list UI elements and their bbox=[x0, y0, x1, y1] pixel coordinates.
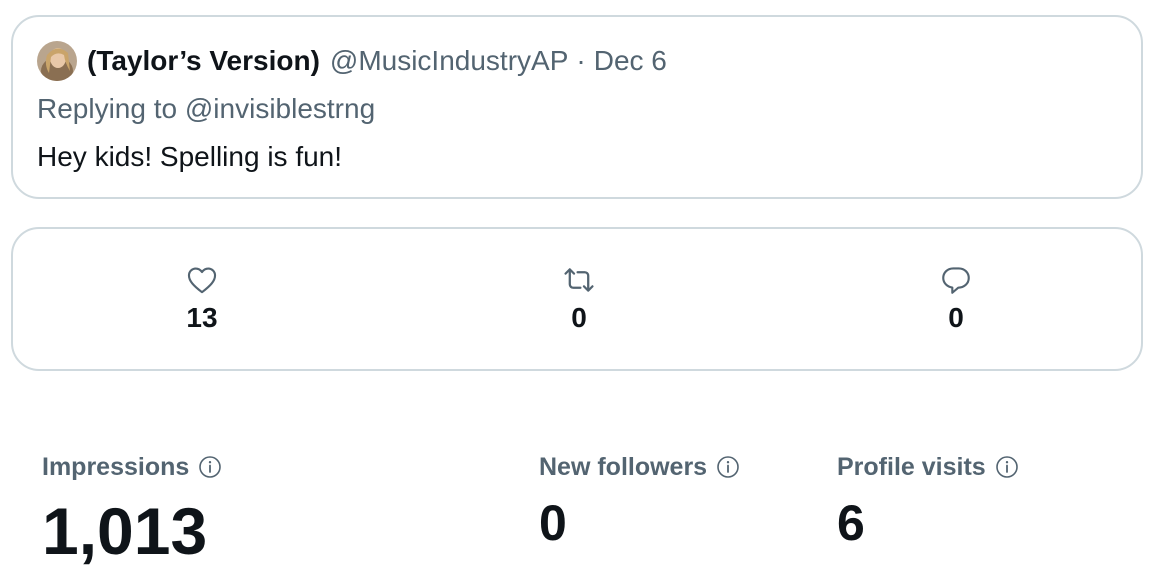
separator-dot: · bbox=[576, 45, 586, 76]
replying-prefix: Replying to bbox=[37, 93, 185, 124]
author-name[interactable]: (Taylor’s Version) bbox=[87, 45, 320, 77]
new-followers-label-row: New followers bbox=[539, 450, 740, 484]
replying-handle[interactable]: @invisiblestrng bbox=[185, 93, 375, 124]
replies-count: 0 bbox=[948, 302, 964, 333]
retweets-count: 0 bbox=[571, 302, 587, 333]
tweet-header: (Taylor’s Version) @MusicIndustryAP · De… bbox=[37, 41, 667, 81]
new-followers-stat: New followers 0 bbox=[539, 450, 740, 548]
tweet-text: Hey kids! Spelling is fun! bbox=[37, 141, 343, 172]
tweet-date[interactable]: Dec 6 bbox=[594, 45, 667, 77]
profile-visits-label: Profile visits bbox=[837, 452, 986, 481]
replying-to: Replying to @invisiblestrng bbox=[37, 93, 375, 125]
impressions-value: 1,013 bbox=[42, 494, 208, 568]
info-icon[interactable] bbox=[198, 455, 222, 479]
likes-metric: 13 bbox=[142, 263, 262, 335]
profile-visits-value: 6 bbox=[837, 495, 865, 551]
impressions-stat: Impressions 1,013 bbox=[42, 450, 222, 564]
info-icon[interactable] bbox=[716, 455, 740, 479]
impressions-label-row: Impressions bbox=[42, 450, 222, 484]
new-followers-value: 0 bbox=[539, 495, 567, 551]
impressions-label: Impressions bbox=[42, 452, 190, 481]
reply-icon bbox=[942, 267, 970, 294]
heart-icon bbox=[187, 267, 217, 294]
retweets-metric: 0 bbox=[519, 263, 639, 335]
author-handle[interactable]: @MusicIndustryAP bbox=[330, 45, 569, 77]
replies-metric: 0 bbox=[896, 263, 1016, 335]
retweet-icon bbox=[564, 268, 594, 292]
avatar[interactable] bbox=[37, 41, 77, 81]
profile-visits-stat: Profile visits 6 bbox=[837, 450, 1019, 548]
engagement-card: 13 0 0 bbox=[11, 227, 1143, 371]
likes-count: 13 bbox=[186, 302, 218, 333]
new-followers-label: New followers bbox=[539, 452, 708, 481]
info-icon[interactable] bbox=[995, 455, 1019, 479]
avatar-image bbox=[37, 41, 77, 81]
profile-visits-label-row: Profile visits bbox=[837, 450, 1019, 484]
tweet-card[interactable]: (Taylor’s Version) @MusicIndustryAP · De… bbox=[11, 15, 1143, 199]
